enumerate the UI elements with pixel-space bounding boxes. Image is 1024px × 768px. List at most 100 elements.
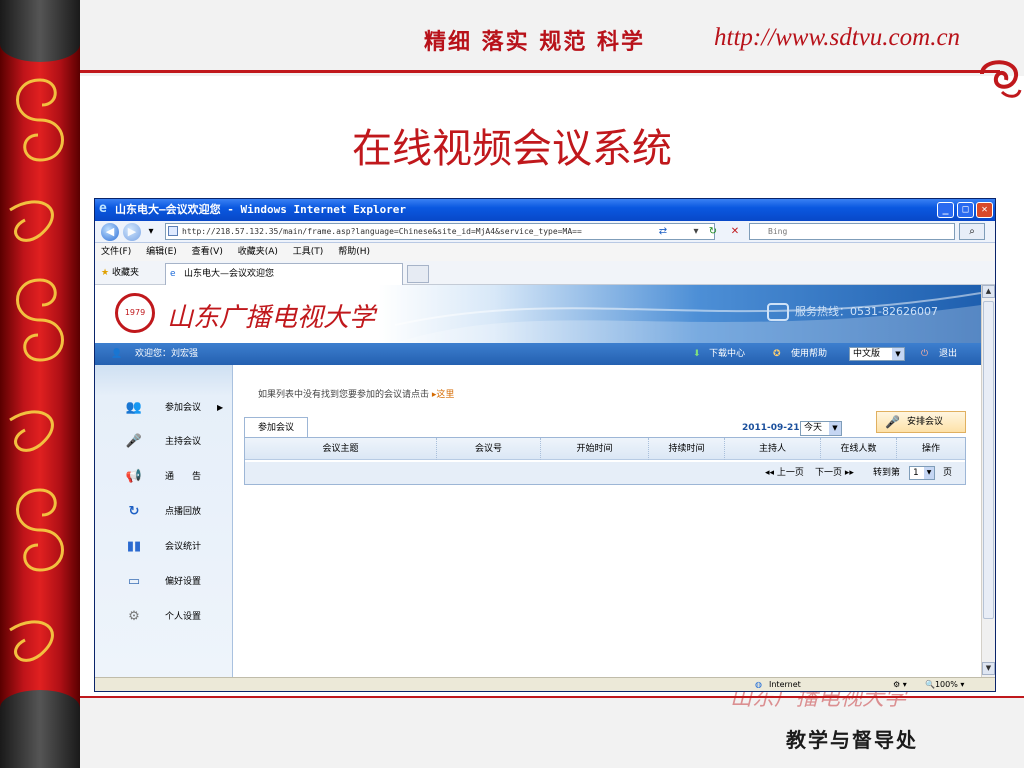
window-title: 山东电大—会议欢迎您 - Windows Internet Explorer: [115, 203, 407, 216]
menu-edit[interactable]: 编辑(E): [140, 243, 183, 261]
next-page-link[interactable]: 下一页 ▸▸: [815, 462, 854, 484]
welcome-text: 欢迎您：刘宏强: [135, 349, 199, 359]
column-topic: 会议主题: [245, 438, 437, 460]
language-select[interactable]: 中文版 ▼: [849, 347, 905, 361]
back-button[interactable]: ◀: [101, 223, 119, 241]
user-icon: 👤: [111, 349, 123, 359]
swirl-ornament-icon: [980, 60, 1022, 98]
help-link[interactable]: 使用帮助: [791, 343, 827, 365]
column-host: 主持人: [725, 438, 821, 460]
monitor-icon: ▭: [127, 574, 141, 589]
page-viewport: 1979 山东广播电视大学 服务热线：0531-82626007 👤 欢迎您：刘…: [95, 285, 981, 677]
vertical-scrollbar[interactable]: ▲ ▼: [981, 285, 995, 677]
compat-view-icon[interactable]: ⇄: [655, 224, 671, 240]
refresh-icon[interactable]: ↻: [705, 224, 721, 240]
goto-label: 转到第: [873, 468, 901, 478]
nav-preferences[interactable]: ▭ 偏好设置: [95, 569, 233, 595]
site-banner: 1979 山东广播电视大学 服务热线：0531-82626007: [95, 285, 981, 343]
phone-icon: [767, 303, 789, 321]
history-dropdown-icon[interactable]: ▾: [145, 224, 157, 240]
tab-ie-icon: e: [170, 269, 176, 279]
ie-logo-icon: e: [99, 201, 107, 216]
search-icon[interactable]: ⌕: [959, 223, 985, 240]
new-tab-button[interactable]: [407, 265, 429, 283]
maximize-button[interactable]: □: [957, 202, 974, 218]
day-filter-select[interactable]: 今天 ▼: [800, 421, 842, 436]
scroll-roller-bottom: [0, 690, 80, 768]
chevron-down-icon: ▼: [892, 348, 904, 360]
search-placeholder: Bing: [768, 227, 788, 236]
meeting-table: 会议主题 会议号 开始时间 持续时间 主持人 在线人数 操作 ◂◂ 上一页 下一…: [244, 437, 966, 485]
menu-help[interactable]: 帮助(H): [332, 243, 376, 261]
nav-join-meeting[interactable]: 👥 参加会议 ▶: [95, 395, 233, 421]
column-actions: 操作: [921, 444, 940, 454]
lifebuoy-icon: ✪: [773, 349, 781, 359]
download-icon: ⬇: [693, 349, 701, 359]
page-number-select[interactable]: 1 ▼: [909, 466, 935, 480]
tab-join-meeting[interactable]: 参加会议: [244, 417, 308, 437]
star-icon: ★: [101, 268, 110, 278]
page-suffix: 页: [943, 468, 953, 478]
menu-favorites[interactable]: 收藏夹(A): [232, 243, 284, 261]
chevron-down-icon: ▼: [829, 422, 841, 435]
logout-link[interactable]: 退出: [939, 343, 957, 365]
minimize-button[interactable]: _: [937, 202, 954, 218]
window-titlebar[interactable]: e 山东电大—会议欢迎您 - Windows Internet Explorer…: [95, 199, 995, 221]
arrange-meeting-button[interactable]: 🎤 安排会议: [876, 411, 966, 433]
school-seal-logo: 1979: [115, 293, 155, 333]
megaphone-icon: 📢: [125, 469, 143, 484]
nav-notice[interactable]: 📢 通 告: [95, 464, 233, 490]
address-dropdown-icon[interactable]: ▾: [689, 224, 703, 240]
address-input[interactable]: http://218.57.132.35/main/frame.asp?lang…: [165, 223, 715, 240]
main-content: 如果列表中没有找到您要参加的会议请点击 ▸这里 参加会议 2011-09-21 …: [234, 365, 981, 677]
user-bar: 👤 欢迎您：刘宏强 ⬇ 下载中心 ✪ 使用帮助 中文版 ▼ ⏻ 退出: [95, 343, 981, 365]
scroll-thumb[interactable]: [983, 301, 994, 619]
page-icon: [168, 226, 178, 236]
service-hotline: 服务热线：0531-82626007: [767, 303, 938, 321]
column-online-count: 在线人数: [821, 438, 897, 460]
address-text: http://218.57.132.35/main/frame.asp?lang…: [182, 227, 582, 236]
nav-host-meeting[interactable]: 🎤 主持会议: [95, 429, 233, 455]
nav-statistics[interactable]: ▮▮ 会议统计: [95, 534, 233, 560]
browser-tab[interactable]: e 山东电大—会议欢迎您: [165, 263, 403, 285]
menu-file[interactable]: 文件(F): [95, 243, 137, 261]
meeting-icon: 👥: [125, 400, 143, 415]
power-icon: ⏻: [921, 349, 929, 359]
current-date: 2011-09-21: [742, 423, 800, 433]
stop-icon[interactable]: ✕: [727, 224, 743, 240]
slide-url: http://www.sdtvu.com.cn: [714, 24, 961, 51]
scroll-down-icon[interactable]: ▼: [982, 662, 995, 675]
browser-window: e 山东电大—会议欢迎您 - Windows Internet Explorer…: [94, 198, 996, 692]
search-input[interactable]: Bing: [749, 223, 955, 240]
forward-button[interactable]: ▶: [123, 223, 141, 241]
prev-page-link[interactable]: ◂◂ 上一页: [765, 462, 804, 484]
zoom-level[interactable]: 🔍100% ▾: [925, 678, 964, 691]
pager: ◂◂ 上一页 下一页 ▸▸ 转到第 1 ▼ 页: [245, 462, 965, 484]
globe-icon: ◍: [755, 680, 762, 689]
department-name: 教学与督导处: [786, 728, 918, 752]
security-zone: Internet: [769, 680, 801, 689]
close-button[interactable]: ✕: [976, 202, 993, 218]
slide-title: 在线视频会议系统: [352, 126, 672, 172]
nav-personal-settings[interactable]: ⚙ 个人设置: [95, 604, 233, 630]
column-meeting-id: 会议号: [437, 438, 541, 460]
menu-tools[interactable]: 工具(T): [287, 243, 330, 261]
chevron-down-icon: ▼: [924, 467, 934, 479]
menu-bar: 文件(F) 编辑(E) 查看(V) 收藏夹(A) 工具(T) 帮助(H): [95, 243, 995, 261]
hint-text: 如果列表中没有找到您要参加的会议请点击 ▸这里: [258, 390, 455, 400]
protected-mode-icon[interactable]: ⚙ ▾: [893, 678, 907, 691]
bar-chart-icon: ▮▮: [126, 539, 142, 554]
side-nav: 👥 参加会议 ▶ 🎤 主持会议 📢 通 告 ↻ 点播回放 ▮▮ 会议统计 ▭ 偏…: [95, 365, 233, 677]
nav-replay[interactable]: ↻ 点播回放: [95, 499, 233, 525]
hint-here-link[interactable]: ▸这里: [432, 390, 455, 400]
favorites-button[interactable]: ★ 收藏夹: [101, 261, 139, 285]
download-center-link[interactable]: 下载中心: [709, 343, 745, 365]
microphone-icon: 🎤: [885, 415, 900, 429]
school-name-logo: 山东广播电视大学: [167, 303, 376, 333]
menu-view[interactable]: 查看(V): [186, 243, 229, 261]
favorites-bar: ★ 收藏夹 e 山东电大—会议欢迎您: [95, 261, 995, 285]
table-header: 会议主题 会议号 开始时间 持续时间 主持人 在线人数 操作: [245, 438, 965, 460]
gear-icon: ⚙: [128, 609, 140, 624]
address-bar: ◀ ▶ ▾ http://218.57.132.35/main/frame.as…: [95, 221, 995, 243]
scroll-up-icon[interactable]: ▲: [982, 285, 995, 298]
